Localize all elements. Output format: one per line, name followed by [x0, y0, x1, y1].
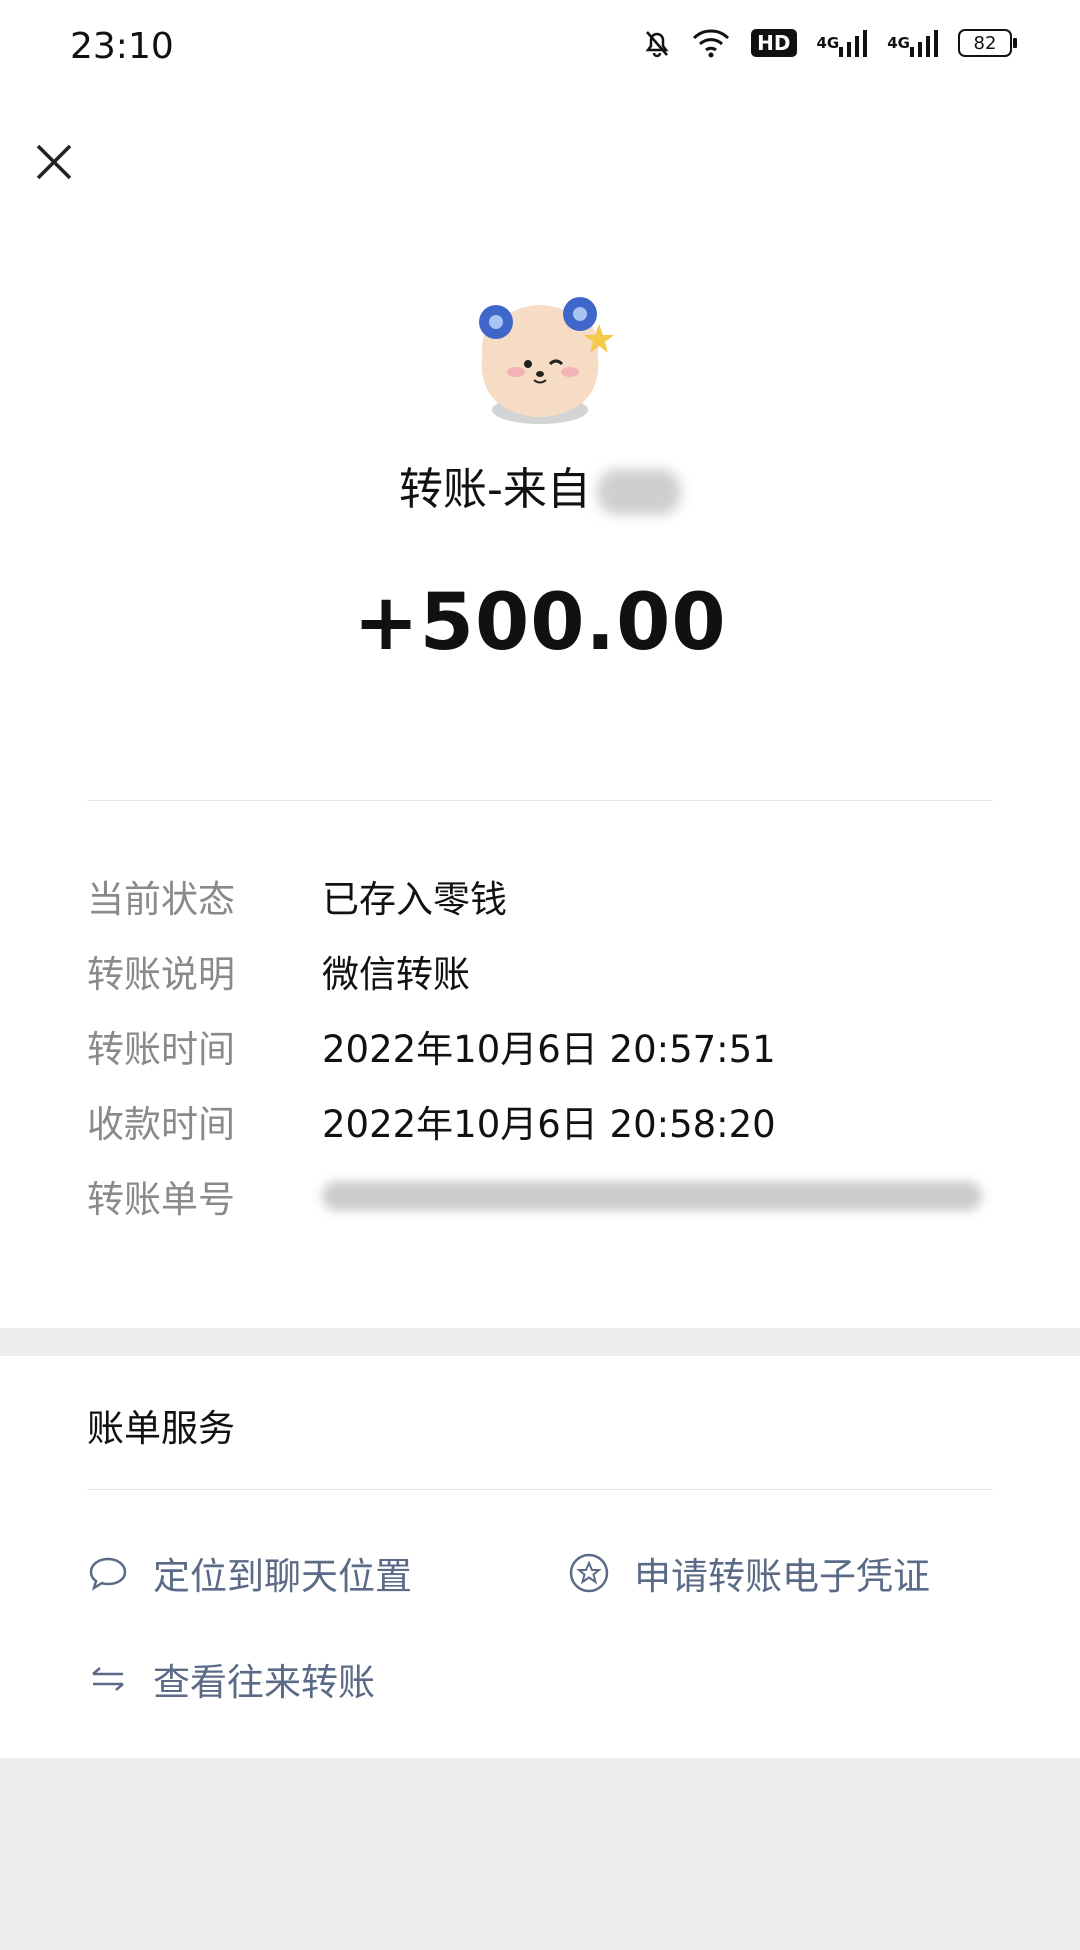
status-icons: HD 4G 4G 82 — [643, 28, 1017, 58]
avatar — [479, 297, 614, 424]
status-bar: 23:10 HD 4G 4G 82 — [0, 0, 1080, 96]
transfer-arrows-icon — [92, 1667, 124, 1691]
network-type: 4G — [887, 33, 910, 52]
star-badge-icon — [569, 1553, 609, 1593]
sender-name-redacted — [596, 469, 681, 515]
view-transfer-history-label: 查看往来转账 — [153, 1661, 375, 1704]
transfer-title: 转账-来自 — [0, 453, 1080, 517]
detail-row-transfer-time: 转账时间 2022年10月6日 20:57:51 — [87, 1021, 776, 1071]
section-title: 账单服务 — [87, 1407, 235, 1450]
bill-services-card: 账单服务 定位到聊天位置 申请转账电子凭证 查看往来转账 — [0, 1356, 1080, 1758]
battery-icon: 82 — [958, 29, 1017, 57]
locate-chat-label: 定位到聊天位置 — [153, 1555, 412, 1598]
detail-row-received-time: 收款时间 2022年10月6日 20:58:20 — [87, 1096, 776, 1146]
view-transfer-history-link[interactable]: 查看往来转账 — [87, 1652, 375, 1706]
transfer-card: 转账-来自 +500.00 当前状态 已存入零钱 转账说明 微信转账 转账时间 … — [0, 228, 1080, 1328]
bell-off-icon — [643, 28, 671, 58]
detail-label: 转账说明 — [87, 953, 235, 996]
close-icon[interactable] — [30, 138, 78, 186]
transfer-title-text: 转账-来自 — [399, 464, 591, 515]
transfer-amount: +500.00 — [353, 578, 727, 668]
order-number-redacted — [322, 1181, 982, 1211]
detail-row-note: 转账说明 微信转账 — [87, 946, 470, 996]
divider — [87, 1489, 993, 1490]
top-bar — [0, 96, 1080, 228]
detail-value: 微信转账 — [322, 953, 470, 996]
locate-chat-link[interactable]: 定位到聊天位置 — [87, 1546, 412, 1600]
detail-value: 2022年10月6日 20:58:20 — [322, 1103, 776, 1146]
network-type: 4G — [816, 33, 840, 52]
detail-value: 已存入零钱 — [322, 878, 507, 921]
detail-row-status: 当前状态 已存入零钱 — [87, 871, 507, 921]
signal-icon: 4G — [817, 29, 868, 57]
detail-value: 2022年10月6日 20:57:51 — [322, 1028, 776, 1071]
detail-row-order-number: 转账单号 — [87, 1171, 982, 1221]
hd-icon: HD — [751, 29, 797, 57]
signal-icon: 4G — [887, 29, 938, 57]
apply-e-voucher-label: 申请转账电子凭证 — [634, 1555, 930, 1598]
detail-label: 转账单号 — [87, 1178, 235, 1221]
detail-label: 转账时间 — [87, 1028, 235, 1071]
detail-label: 当前状态 — [87, 878, 235, 921]
section-gap — [0, 1328, 1080, 1356]
status-time: 23:10 — [70, 26, 174, 67]
wifi-icon — [691, 28, 731, 58]
detail-label: 收款时间 — [87, 1103, 235, 1146]
chat-bubble-icon — [89, 1557, 127, 1591]
divider — [87, 800, 993, 801]
apply-e-voucher-link[interactable]: 申请转账电子凭证 — [568, 1546, 930, 1600]
